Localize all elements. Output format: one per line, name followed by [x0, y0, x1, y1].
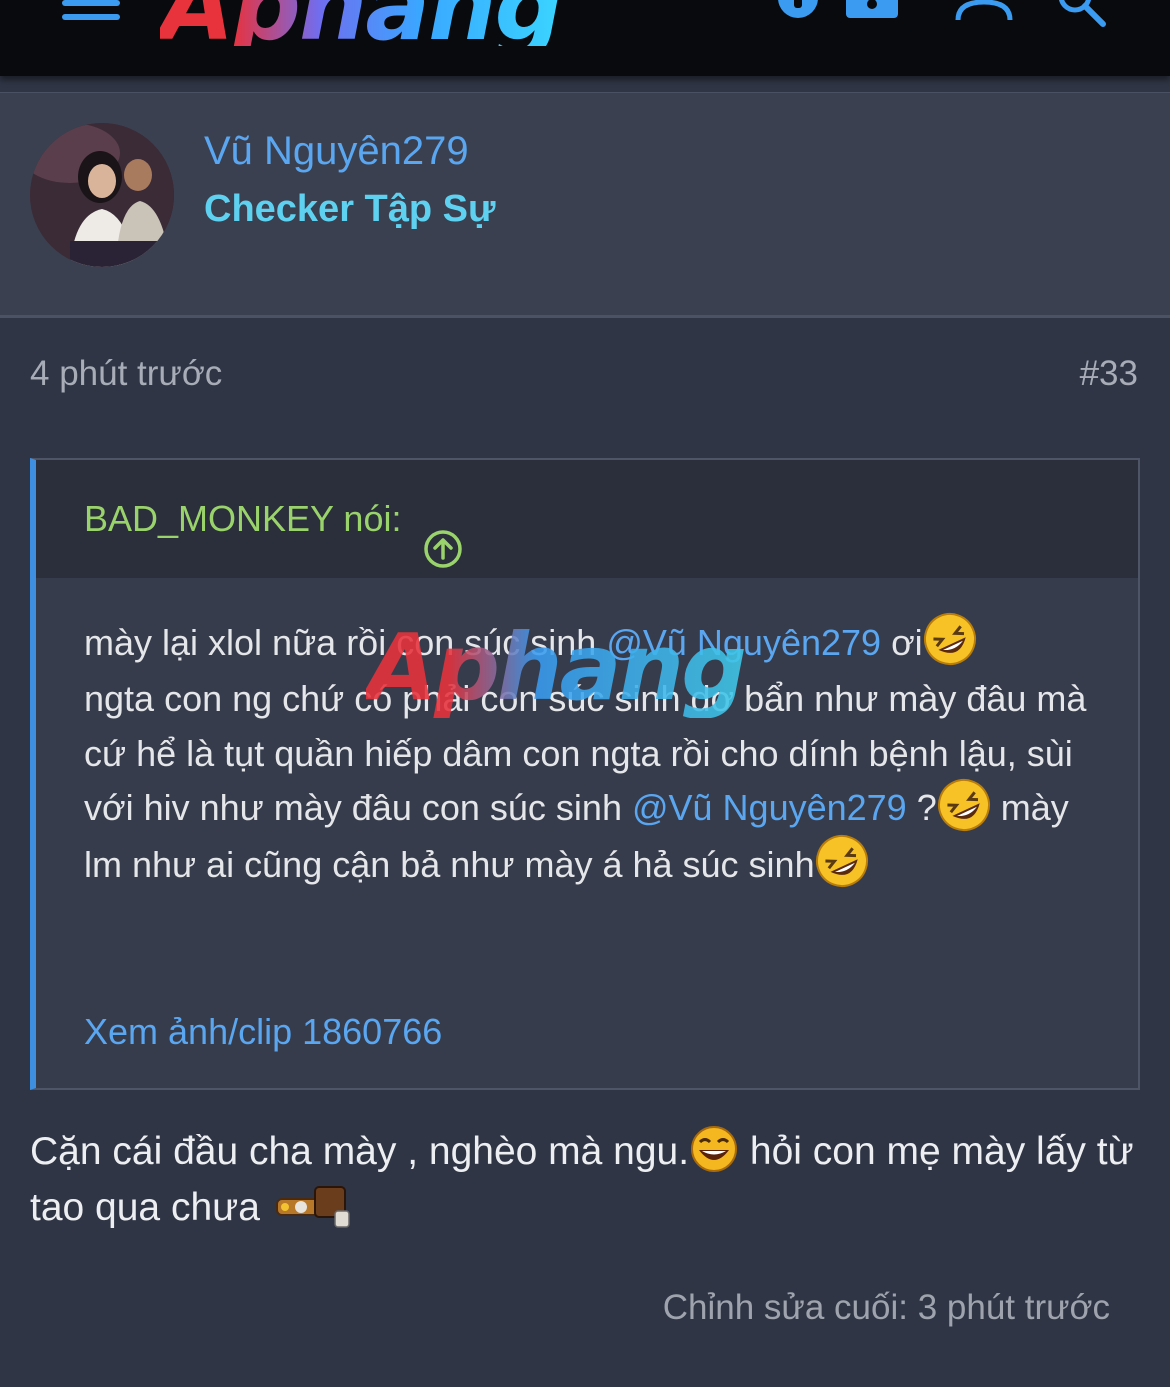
reply-text: Cặn cái đầu cha mày , nghèo mà ngu. [30, 1130, 690, 1173]
post-number[interactable]: #33 [1080, 352, 1138, 396]
author-name[interactable]: Vũ Nguyên279 [204, 127, 469, 175]
author-title: Checker Tập Sự [204, 188, 496, 230]
quote-author[interactable]: BAD_MONKEY nói: [84, 498, 401, 539]
avatar[interactable] [30, 123, 174, 267]
arrow-up-circle-icon[interactable] [423, 498, 463, 569]
edited-timestamp[interactable]: Chỉnh sửa cuối: 3 phút trước [663, 1286, 1110, 1330]
quote-header[interactable]: BAD_MONKEY nói: [36, 460, 1138, 578]
gun-emoji-icon [271, 1181, 363, 1231]
view-media-link[interactable]: Xem ảnh/clip 1860766 [84, 1008, 442, 1056]
post-time[interactable]: 4 phút trước [30, 354, 222, 393]
quote-block: BAD_MONKEY nói: mày lại xlol nữa rồi con… [30, 458, 1140, 1090]
site-logo[interactable]: Aphang [160, 0, 563, 54]
laughing-emoji-icon [689, 1124, 739, 1174]
post-author-panel: Vũ Nguyên279 Checker Tập Sự [0, 92, 1170, 318]
rofl-emoji-icon [923, 612, 977, 666]
mention-link[interactable]: @Vũ Nguyên279 [632, 787, 907, 828]
info-icon[interactable] [770, 0, 830, 40]
search-icon[interactable] [1055, 0, 1115, 40]
user-icon[interactable] [954, 0, 1014, 40]
quote-content: mày lại xlol nữa rồi con súc sinh @Vũ Ng… [36, 578, 1138, 894]
lock-icon[interactable] [842, 0, 902, 40]
quote-text: ? [906, 787, 937, 829]
post-body: Cặn cái đầu cha mày , nghèo mà ngu. hỏi … [30, 1124, 1140, 1236]
post-meta: 4 phút trước #33 [30, 352, 1138, 396]
menu-icon[interactable] [62, 0, 120, 20]
mention-link[interactable]: @Vũ Nguyên279 [606, 622, 881, 663]
rofl-emoji-icon [815, 834, 869, 888]
quote-text: ơi [881, 622, 923, 663]
rofl-emoji-icon [937, 778, 991, 832]
quote-text: mày lại xlol nữa rồi con súc sinh [84, 622, 607, 663]
top-navigation-bar: Aphang [0, 0, 1170, 76]
